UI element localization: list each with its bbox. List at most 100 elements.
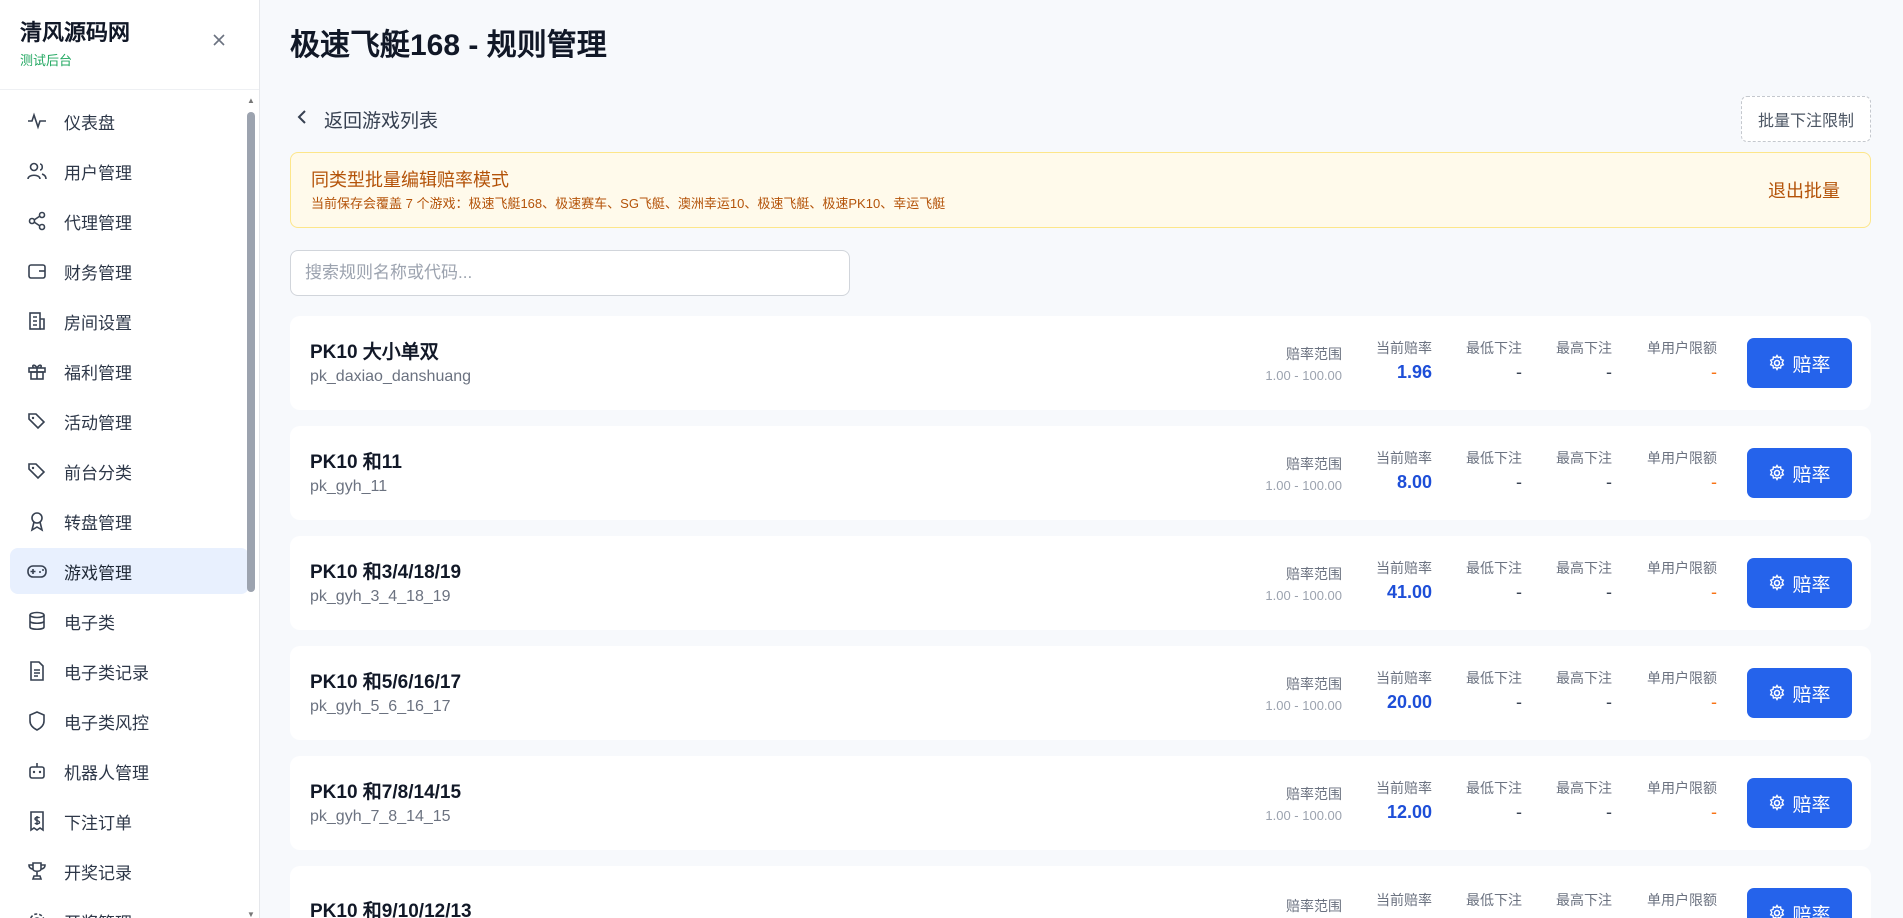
- edit-odds-button[interactable]: 赔率: [1747, 888, 1852, 918]
- sidebar-item-10[interactable]: 游戏管理: [10, 548, 249, 594]
- min-bet-label: 最低下注: [1466, 340, 1522, 356]
- sidebar-item-15[interactable]: 下注订单: [10, 798, 249, 844]
- edit-odds-button[interactable]: 赔率: [1747, 558, 1852, 608]
- rule-code: pk_gyh_5_6_16_17: [310, 698, 451, 715]
- user-limit-label: 单用户限额: [1647, 560, 1717, 576]
- gamepad-icon: [26, 560, 48, 582]
- scroll-down-icon[interactable]: ▼: [247, 910, 255, 918]
- min-bet-label: 最低下注: [1466, 892, 1522, 908]
- sidebar-item-7[interactable]: 活动管理: [10, 398, 249, 444]
- main-content: 极速飞艇168 - 规则管理 返回游戏列表 批量下注限制 同类型批量编辑赔率模式…: [260, 0, 1903, 918]
- rule-code: pk_daxiao_danshuang: [310, 368, 472, 385]
- database-icon: [26, 610, 48, 632]
- sidebar-item-4[interactable]: 财务管理: [10, 248, 249, 294]
- gear-icon: [1768, 904, 1786, 918]
- user-limit-value: -: [1711, 362, 1717, 382]
- rule-card: PK10 和5/6/16/17 pk_gyh_5_6_16_17 赔率范围 1.00 …: [290, 646, 1871, 740]
- edit-odds-label: 赔率: [1792, 904, 1831, 918]
- user-limit-label: 单用户限额: [1647, 670, 1717, 686]
- sidebar-item-9[interactable]: 转盘管理: [10, 498, 249, 544]
- topbar: 返回游戏列表 批量下注限制: [290, 96, 1871, 142]
- scroll-up-icon[interactable]: ▲: [247, 96, 255, 105]
- min-bet-value: -: [1516, 362, 1522, 382]
- scroll-thumb[interactable]: [247, 112, 255, 592]
- current-odds-label: 当前赔率: [1376, 340, 1432, 356]
- sidebar-item-3[interactable]: 代理管理: [10, 198, 249, 244]
- sidebar-item-label: 电子类风控: [64, 713, 149, 733]
- sidebar-item-8[interactable]: 前台分类: [10, 448, 249, 494]
- edit-odds-button[interactable]: 赔率: [1747, 338, 1852, 388]
- sidebar-item-label: 游戏管理: [64, 563, 132, 583]
- sidebar-item-label: 财务管理: [64, 263, 132, 283]
- brand-subtitle: 测试后台: [20, 53, 73, 68]
- sidebar-scrollbar[interactable]: ▲ ▼: [247, 96, 255, 918]
- notice-description: 当前保存会覆盖 7 个游戏：极速飞艇168、极速赛车、SG飞艇、澳洲幸运10、极…: [311, 195, 946, 211]
- sidebar-item-label: 电子类: [64, 613, 115, 633]
- tags-icon: [26, 460, 48, 482]
- edit-odds-label: 赔率: [1792, 354, 1831, 376]
- sidebar-item-12[interactable]: 电子类记录: [10, 648, 249, 694]
- shield-icon: [26, 710, 48, 732]
- gift-icon: [26, 360, 48, 382]
- sidebar-item-11[interactable]: 电子类: [10, 598, 249, 644]
- max-bet-label: 最高下注: [1556, 892, 1612, 908]
- current-odds-value: 20.00: [1386, 692, 1432, 712]
- edit-odds-label: 赔率: [1792, 794, 1831, 816]
- wallet-icon: [26, 260, 48, 282]
- share-icon: [26, 210, 48, 232]
- settings-icon: [26, 910, 48, 918]
- sidebar-item-13[interactable]: 电子类风控: [10, 698, 249, 744]
- user-limit-value: -: [1711, 802, 1717, 822]
- max-bet-value: -: [1606, 362, 1612, 382]
- gear-icon: [1768, 464, 1786, 482]
- trophy-icon: [26, 860, 48, 882]
- rule-name: PK10 和9/10/12/13: [310, 901, 472, 918]
- edit-odds-button[interactable]: 赔率: [1747, 668, 1852, 718]
- odds-range-value: 1.00 - 100.00: [1265, 588, 1342, 603]
- current-odds-value: 8.00: [1396, 472, 1432, 492]
- rule-name: PK10 大小单双: [310, 342, 439, 363]
- current-odds-label: 当前赔率: [1376, 892, 1432, 908]
- search-input[interactable]: [290, 250, 850, 296]
- rule-card: PK10 大小单双 pk_daxiao_danshuang 赔率范围 1.00 - 1…: [290, 316, 1871, 410]
- odds-range-value: 1.00 - 100.00: [1265, 368, 1342, 383]
- rule-name: PK10 和7/8/14/15: [310, 782, 462, 803]
- edit-odds-label: 赔率: [1792, 574, 1831, 596]
- activity-icon: [26, 110, 48, 132]
- sidebar-item-16[interactable]: 开奖记录: [10, 848, 249, 894]
- sidebar-item-label: 活动管理: [64, 413, 132, 433]
- sidebar-item-1[interactable]: 仪表盘: [10, 98, 249, 144]
- brand: 清风源码网 测试后台: [0, 0, 259, 90]
- rule-name: PK10 和3/4/18/19: [310, 562, 462, 583]
- sidebar-nav: 仪表盘 用户管理 代理管理财务管理房间设置 福利管理活动管理前台分类 转盘管理游戏管理电…: [0, 90, 259, 918]
- receipt-icon: [26, 810, 48, 832]
- odds-range-label: 赔率范围: [1286, 346, 1342, 362]
- rule-card: PK10 和9/10/12/13赔率范围当前赔率最低下注-最高下注-单用户限额-…: [290, 866, 1871, 918]
- edit-odds-label: 赔率: [1792, 684, 1831, 706]
- sidebar: 清风源码网 测试后台 仪表盘 用户管理 代理管理财务管理房间设置 福利管理活动管理前台…: [0, 0, 260, 918]
- max-bet-label: 最高下注: [1556, 780, 1612, 796]
- batch-bet-limit-button[interactable]: 批量下注限制: [1740, 96, 1871, 142]
- file-text-icon: [26, 660, 48, 682]
- rule-code: pk_gyh_7_8_14_15: [310, 808, 451, 825]
- current-odds-value: 12.00: [1386, 802, 1432, 822]
- gear-icon: [1768, 794, 1786, 812]
- page-title: 极速飞艇168 - 规则管理: [290, 29, 607, 62]
- users-icon: [26, 160, 48, 182]
- back-to-game-list-link[interactable]: 返回游戏列表: [290, 106, 438, 133]
- sidebar-item-14[interactable]: 机器人管理: [10, 748, 249, 794]
- edit-odds-button[interactable]: 赔率: [1747, 448, 1852, 498]
- exit-batch-button[interactable]: 退出批量: [1768, 177, 1840, 203]
- edit-odds-label: 赔率: [1792, 464, 1831, 486]
- edit-odds-button[interactable]: 赔率: [1747, 778, 1852, 828]
- sidebar-item-6[interactable]: 福利管理: [10, 348, 249, 394]
- odds-range-value: 1.00 - 100.00: [1265, 698, 1342, 713]
- rule-card: PK10 和11 pk_gyh_11 赔率范围 1.00 - 100.00 当前赔率 8.…: [290, 426, 1871, 520]
- sidebar-item-2[interactable]: 用户管理: [10, 148, 249, 194]
- sidebar-item-5[interactable]: 房间设置: [10, 298, 249, 344]
- close-icon[interactable]: [209, 30, 229, 50]
- odds-range-label: 赔率范围: [1286, 456, 1342, 472]
- sidebar-item-17[interactable]: 开奖管理: [10, 898, 249, 918]
- user-limit-label: 单用户限额: [1647, 450, 1717, 466]
- award-icon: [26, 510, 48, 532]
